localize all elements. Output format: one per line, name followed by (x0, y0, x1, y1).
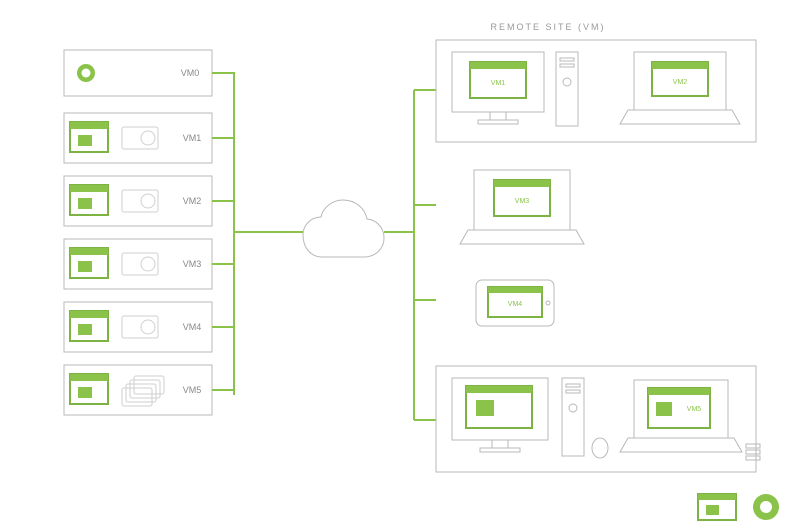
vm-row-label: VM3 (183, 259, 202, 269)
gpu-card-icon (122, 253, 158, 275)
footer-app-window-icon (698, 494, 736, 520)
vm-row-label: VM5 (183, 385, 202, 395)
remote-mid-laptop: VM3 (460, 170, 584, 244)
vm-row-label: VM2 (183, 196, 202, 206)
app-window-icon (70, 311, 108, 341)
gpu-stack-icon (122, 376, 164, 406)
tower-icon (562, 378, 584, 456)
remote-top-laptop-label: VM2 (673, 79, 688, 86)
remote-bottom-laptop-label: VM5 (687, 406, 702, 413)
vm-row-2: VM2 (64, 176, 212, 226)
vm-row-label: VM4 (183, 322, 202, 332)
desktop-icon (452, 378, 548, 452)
mouse-icon (592, 438, 608, 458)
laptop-icon: VM2 (620, 52, 740, 124)
vm-row-3: VM3 (64, 239, 212, 289)
footer-nvidia-ring-icon (753, 494, 779, 520)
remote-tablet-label: VM4 (508, 301, 523, 308)
vm-row-label: VM1 (183, 133, 202, 143)
peripheral-icon (746, 444, 760, 460)
app-window-icon (70, 374, 108, 404)
app-window-icon (70, 122, 108, 152)
remote-mid-laptop-label: VM3 (515, 198, 530, 205)
vm-row-1: VM1 (64, 113, 212, 163)
remote-top-desktop-label: VM1 (491, 80, 506, 87)
remote-site-title: REMOTE SITE (VM) (491, 22, 606, 32)
right-connectors (384, 90, 436, 420)
remote-top-group: VM1 VM2 (436, 40, 756, 142)
app-window-icon (70, 248, 108, 278)
vm-row-5: VM5 (64, 365, 212, 415)
laptop-icon: VM5 (620, 380, 742, 452)
desktop-icon: VM1 (452, 52, 544, 124)
remote-tablet: VM4 (476, 280, 554, 326)
gpu-card-icon (122, 316, 158, 338)
host-vm0: VM0 (64, 50, 212, 96)
nvidia-ring-icon (77, 64, 95, 82)
cloud-icon (303, 200, 384, 257)
host-vm0-label: VM0 (181, 68, 200, 78)
remote-bottom-group: VM5 (436, 366, 760, 472)
vm-row-4: VM4 (64, 302, 212, 352)
left-connectors (212, 73, 303, 395)
gpu-card-icon (122, 127, 158, 149)
tower-icon (556, 52, 578, 126)
gpu-card-icon (122, 190, 158, 212)
app-window-icon (70, 185, 108, 215)
